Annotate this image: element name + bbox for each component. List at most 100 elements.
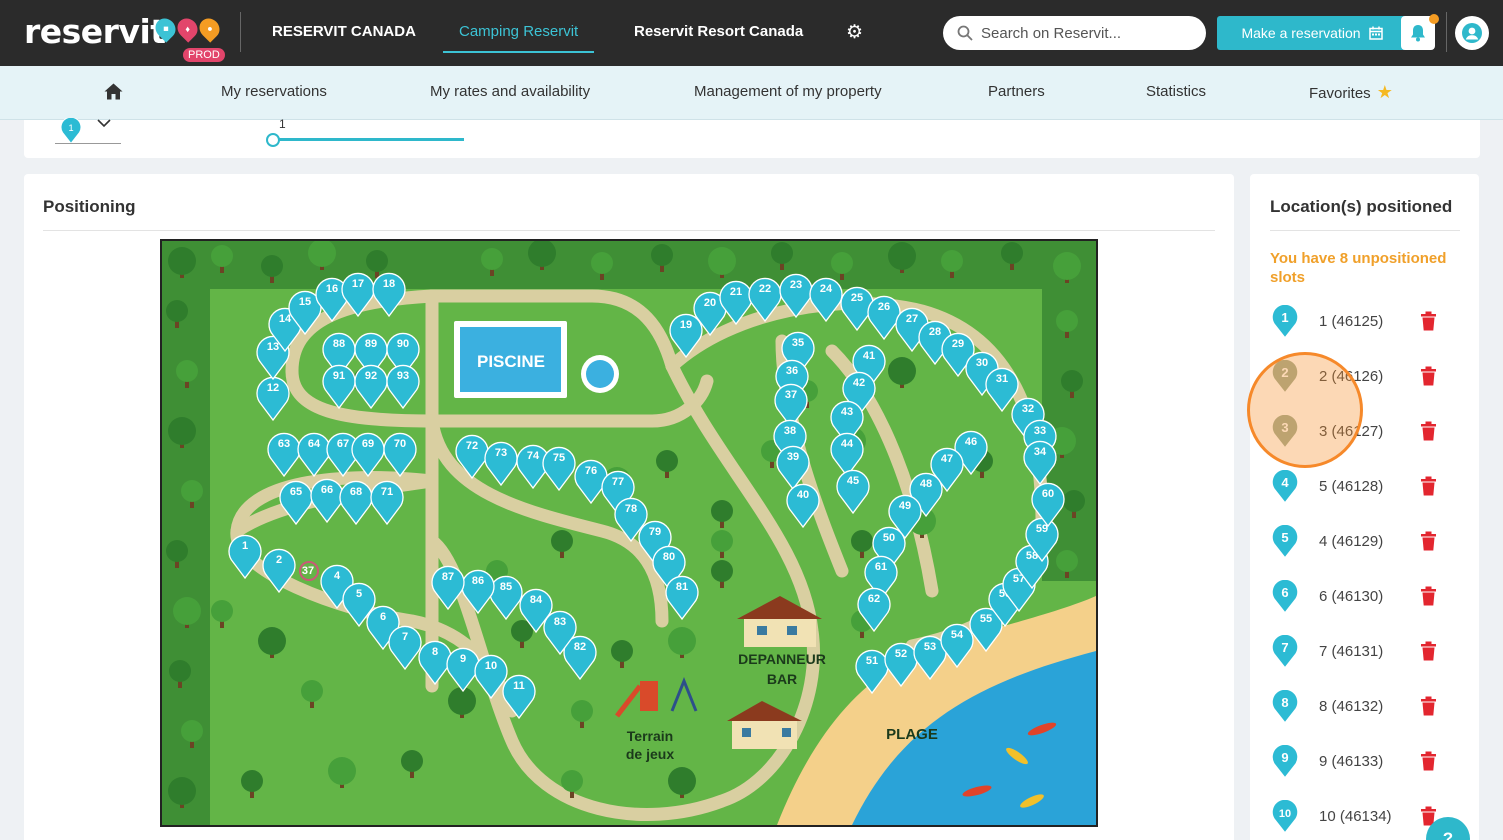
map-marker-number: 53 bbox=[924, 641, 936, 653]
map-marker-number: 18 bbox=[383, 278, 395, 290]
map-marker-number: 6 bbox=[380, 611, 386, 623]
map-marker-number: 67 bbox=[337, 438, 349, 450]
trash-icon[interactable] bbox=[1420, 586, 1437, 606]
location-pin-icon: 10 bbox=[1271, 800, 1299, 834]
user-menu-button[interactable] bbox=[1455, 16, 1489, 50]
subnav-favorites[interactable]: Favorites ★ bbox=[1309, 66, 1393, 120]
notification-dot bbox=[1429, 14, 1439, 24]
divider bbox=[1446, 12, 1447, 52]
make-reservation-label: Make a reservation bbox=[1241, 25, 1361, 41]
map-marker-number: 7 bbox=[402, 631, 408, 643]
map-marker-number: 63 bbox=[278, 438, 290, 450]
map-label-playground-1: Terrain bbox=[627, 728, 673, 744]
map-marker-number: 24 bbox=[820, 283, 833, 295]
map-marker-number: 12 bbox=[267, 382, 279, 394]
location-row[interactable]: 1 1 (46125) bbox=[1270, 305, 1450, 341]
map-marker-number: 32 bbox=[1022, 403, 1034, 415]
location-label: 1 (46125) bbox=[1319, 313, 1384, 330]
map-marker-number: 22 bbox=[759, 283, 771, 295]
map-label-pool: PISCINE bbox=[477, 352, 545, 371]
map-marker-number: 15 bbox=[299, 296, 311, 308]
trash-icon[interactable] bbox=[1420, 531, 1437, 551]
trash-icon[interactable] bbox=[1420, 476, 1437, 496]
trash-icon[interactable] bbox=[1420, 311, 1437, 331]
trash-icon[interactable] bbox=[1420, 421, 1437, 441]
location-label: 10 (46134) bbox=[1319, 808, 1392, 825]
map-marker-number: 49 bbox=[899, 500, 911, 512]
map-marker-number: 55 bbox=[980, 613, 992, 625]
slider-handle[interactable] bbox=[266, 133, 280, 147]
map-marker-number: 83 bbox=[554, 616, 566, 628]
positioning-title: Positioning bbox=[43, 197, 136, 216]
top-bar: reservit ■ ♦ ● PROD RESERVIT CANADA Camp… bbox=[0, 0, 1503, 66]
map-marker-number: 66 bbox=[321, 484, 333, 496]
map-marker-number: 64 bbox=[308, 438, 321, 450]
click-highlight bbox=[1247, 352, 1363, 468]
make-reservation-button[interactable]: Make a reservation bbox=[1217, 16, 1407, 50]
map-marker-number: 86 bbox=[472, 575, 484, 587]
subnav-property-management[interactable]: Management of my property bbox=[694, 66, 882, 120]
location-label: 4 (46129) bbox=[1319, 533, 1384, 550]
trash-icon[interactable] bbox=[1420, 641, 1437, 661]
map-label-playground-2: de jeux bbox=[626, 746, 674, 762]
search-box[interactable] bbox=[943, 16, 1206, 50]
map-marker-number: 13 bbox=[267, 341, 279, 353]
home-icon[interactable] bbox=[104, 83, 123, 100]
dropdown-underline bbox=[55, 143, 121, 144]
map-marker-number: 92 bbox=[365, 370, 377, 382]
map-marker-number: 50 bbox=[883, 532, 895, 544]
location-row[interactable]: 5 4 (46129) bbox=[1270, 525, 1450, 561]
map-marker-number: 71 bbox=[381, 486, 393, 498]
campground-map[interactable]: PISCINE DEPANNEUR BAR Terrain de jeux PL… bbox=[160, 239, 1098, 827]
unplaced-slot-number: 37 bbox=[302, 565, 314, 577]
subnav-rates-availability[interactable]: My rates and availability bbox=[430, 66, 590, 120]
map-marker-number: 78 bbox=[625, 503, 637, 515]
map-marker-number: 42 bbox=[853, 377, 865, 389]
location-row[interactable]: 9 9 (46133) bbox=[1270, 745, 1450, 781]
slider-track[interactable] bbox=[272, 138, 464, 141]
location-pin-icon: 8 bbox=[1271, 690, 1299, 724]
reservit-logo[interactable]: reservit bbox=[24, 12, 166, 51]
map-marker-number: 14 bbox=[279, 313, 292, 325]
map-marker-number: 11 bbox=[513, 680, 525, 692]
location-row[interactable]: 10 10 (46134) bbox=[1270, 800, 1450, 836]
subnav-my-reservations[interactable]: My reservations bbox=[221, 66, 327, 120]
map-marker-number: 48 bbox=[920, 478, 932, 490]
topnav-reservit-resort-canada[interactable]: Reservit Resort Canada bbox=[634, 0, 803, 66]
trash-icon[interactable] bbox=[1420, 366, 1437, 386]
map-marker-number: 44 bbox=[841, 438, 854, 450]
trash-icon[interactable] bbox=[1420, 696, 1437, 716]
gear-icon[interactable]: ⚙ bbox=[846, 21, 863, 44]
map-marker-number: 90 bbox=[397, 338, 409, 350]
map-marker-number: 85 bbox=[500, 581, 512, 593]
map-marker-number: 2 bbox=[276, 554, 282, 566]
map-label-bar: BAR bbox=[767, 671, 797, 687]
map-marker-number: 51 bbox=[866, 655, 878, 667]
location-row[interactable]: 7 7 (46131) bbox=[1270, 635, 1450, 671]
chevron-down-icon[interactable] bbox=[97, 116, 111, 131]
map-marker-number: 62 bbox=[868, 593, 880, 605]
location-row[interactable]: 4 5 (46128) bbox=[1270, 470, 1450, 506]
map-marker-number: 27 bbox=[906, 313, 918, 325]
topnav-reservit-canada[interactable]: RESERVIT CANADA bbox=[272, 0, 416, 66]
search-input[interactable] bbox=[981, 24, 1181, 42]
map-marker-number: 69 bbox=[362, 438, 374, 450]
unpositioned-warning: You have 8 unpositioned slots bbox=[1270, 250, 1447, 286]
map-marker-number: 38 bbox=[784, 425, 796, 437]
map-marker-number: 91 bbox=[333, 370, 345, 382]
map-marker-number: 39 bbox=[787, 451, 799, 463]
location-row[interactable]: 6 6 (46130) bbox=[1270, 580, 1450, 616]
calendar-icon bbox=[1368, 26, 1383, 40]
location-row[interactable]: 8 8 (46132) bbox=[1270, 690, 1450, 726]
trash-icon[interactable] bbox=[1420, 751, 1437, 771]
env-badge: PROD bbox=[183, 48, 225, 62]
map-marker-number: 23 bbox=[790, 279, 802, 291]
svg-text:10: 10 bbox=[1279, 808, 1291, 820]
map-pin-icon[interactable]: 1 bbox=[58, 118, 84, 144]
map-marker-number: 74 bbox=[527, 450, 540, 462]
topnav-camping-reservit[interactable]: Camping Reservit bbox=[443, 0, 595, 53]
map-marker-number: 36 bbox=[786, 365, 798, 377]
map-marker-number: 84 bbox=[530, 594, 543, 606]
subnav-partners[interactable]: Partners bbox=[988, 66, 1045, 120]
subnav-statistics[interactable]: Statistics bbox=[1146, 66, 1206, 120]
